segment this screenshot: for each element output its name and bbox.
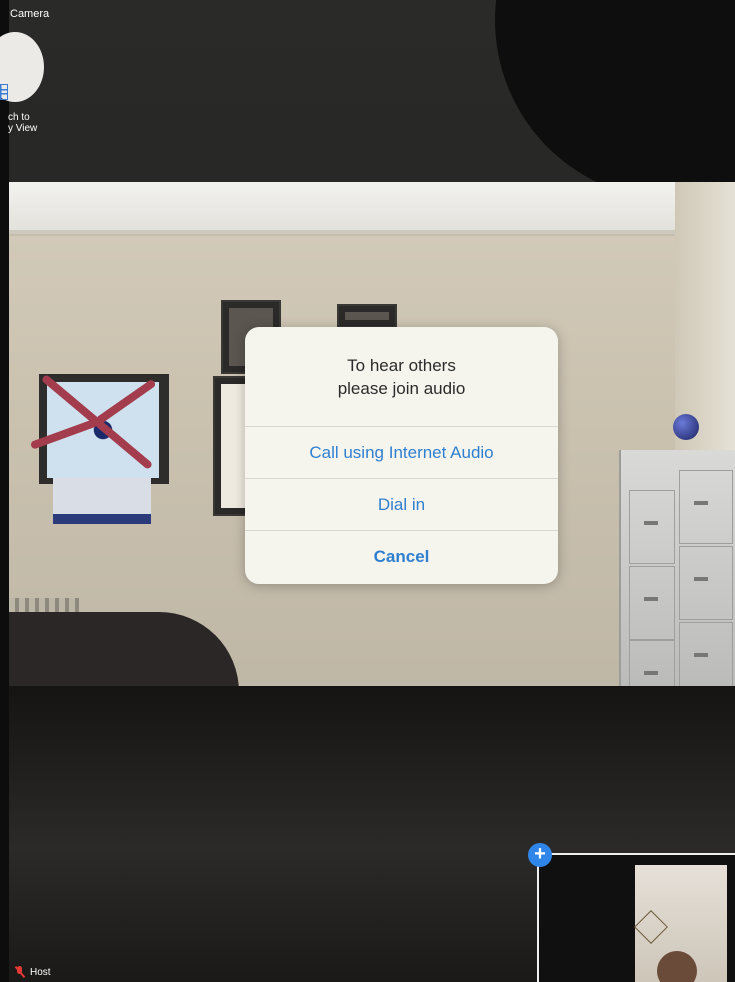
switch-view-label-line1: ch to: [8, 112, 30, 123]
wall-poster: [29, 373, 169, 484]
dialog-message-line2: please join audio: [337, 378, 466, 398]
switch-view-button[interactable]: [0, 32, 44, 102]
plus-icon[interactable]: +: [528, 843, 552, 867]
grid-icon: [0, 84, 8, 100]
video-ceiling: [9, 182, 735, 234]
person: [657, 951, 697, 982]
globe: [673, 414, 699, 440]
mic-muted-icon: [14, 965, 26, 979]
camera-button-label[interactable]: Camera: [10, 8, 49, 20]
dialog-message-line1: To hear others: [347, 355, 456, 375]
wall-decoration: [634, 910, 668, 944]
background-shadow: [495, 0, 735, 200]
calendar-page: [53, 478, 151, 524]
host-label: Host: [14, 965, 51, 979]
file-cabinet: [619, 450, 735, 702]
bezel: [0, 0, 9, 982]
join-audio-dialog: To hear others please join audio Call us…: [245, 327, 558, 584]
switch-view-label-line2: y View: [8, 123, 38, 134]
self-video: [634, 865, 727, 982]
host-text: Host: [30, 966, 51, 978]
meeting-screen: Camera ch to y View To hear others pleas…: [0, 0, 735, 982]
wall-picture: [337, 304, 397, 328]
switch-view-label[interactable]: ch to y View: [8, 112, 68, 134]
self-video-preview[interactable]: [537, 853, 735, 982]
cancel-button[interactable]: Cancel: [245, 530, 558, 582]
dial-in-button[interactable]: Dial in: [245, 478, 558, 530]
call-internet-audio-button[interactable]: Call using Internet Audio: [245, 426, 558, 478]
video-ceiling-edge: [9, 230, 735, 236]
dialog-message: To hear others please join audio: [245, 327, 558, 426]
